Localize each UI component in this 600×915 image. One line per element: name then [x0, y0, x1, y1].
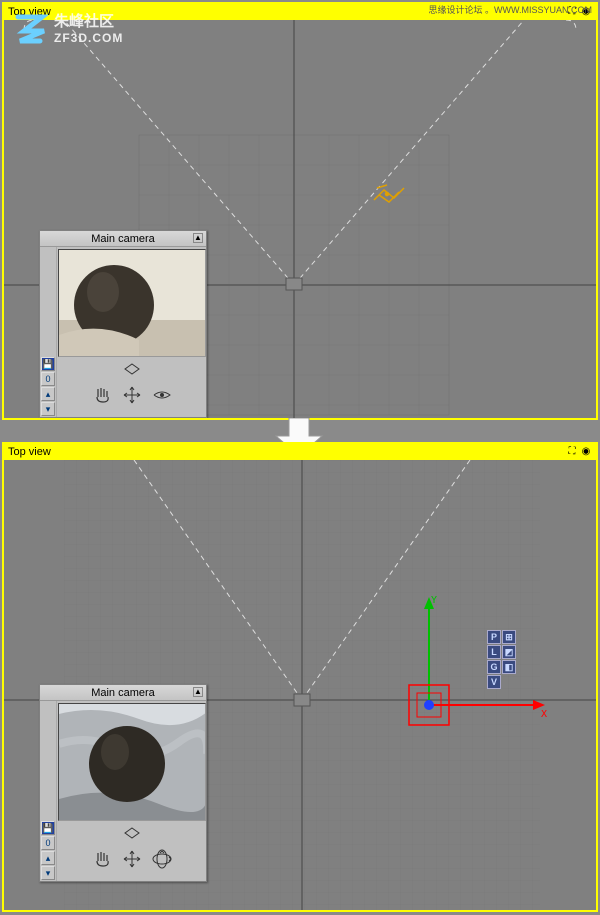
y-axis-label: Y: [431, 595, 437, 606]
x-axis-label: X: [541, 709, 547, 720]
move-gizmo[interactable]: Y X: [369, 595, 549, 745]
render-preview: [58, 703, 206, 821]
nav-button-row: [57, 359, 206, 381]
toggle-extra-2[interactable]: ◧: [502, 660, 516, 674]
save-icon[interactable]: 💾: [41, 357, 55, 371]
toggle-l[interactable]: L: [487, 645, 501, 659]
render-preview: [58, 249, 206, 357]
up-arrow-icon[interactable]: ▴: [41, 851, 55, 865]
view-toggle-group: P ⊞ L ◩ G ◧ V: [487, 630, 516, 689]
pan-hand-icon[interactable]: [90, 847, 114, 871]
viewport-title: Top view: [8, 446, 51, 458]
move-arrows-icon[interactable]: [120, 847, 144, 871]
camera-preview-panel: Main camera ▲ 💾 0 ▴ ▾: [39, 684, 207, 882]
zero-button[interactable]: 0: [41, 372, 55, 386]
collapse-icon[interactable]: ▲: [193, 233, 203, 243]
nav-button-row-2: [57, 381, 206, 411]
viewport-bottom: Top view ⛶ ◉: [2, 442, 598, 912]
toggle-screen-icon[interactable]: ⊞: [502, 630, 516, 644]
watermark-logo: 朱峰社区 ZF3D.COM: [14, 10, 123, 45]
nav-button-row-2: [57, 845, 206, 875]
panel-side-toolbar: 💾 0 ▴ ▾: [40, 247, 57, 417]
watermark-line2: ZF3D.COM: [54, 31, 123, 45]
pan-hand-icon[interactable]: [90, 383, 114, 407]
viewport-top: Top view ⛶ ◉: [2, 2, 598, 420]
viewport-canvas-bottom[interactable]: Y X P ⊞ L ◩ G ◧ V Main camera: [4, 460, 596, 910]
watermark-line1: 朱峰社区: [54, 10, 123, 31]
panel-title: Main camera: [91, 233, 155, 245]
viewport-title-bar: Top view ⛶ ◉: [4, 444, 596, 460]
collapse-icon[interactable]: ▲: [193, 687, 203, 697]
camera-preview-panel: Main camera ▲ 💾 0 ▴ ▾: [39, 230, 207, 418]
toggle-p[interactable]: P: [487, 630, 501, 644]
move-arrows-icon[interactable]: [120, 383, 144, 407]
camera-icon[interactable]: ◉: [580, 445, 592, 457]
diamond-tool-icon[interactable]: [57, 361, 206, 377]
save-icon[interactable]: 💾: [41, 821, 55, 835]
nav-button-row: [57, 823, 206, 845]
toggle-extra-1[interactable]: ◩: [502, 645, 516, 659]
toggle-v[interactable]: V: [487, 675, 501, 689]
watermark-right: 思缘设计论坛 。WWW.MISSYUAN.COM: [429, 3, 593, 16]
panel-title-bar[interactable]: Main camera ▲: [40, 685, 206, 701]
diamond-tool-icon[interactable]: [57, 825, 206, 841]
toggle-g[interactable]: G: [487, 660, 501, 674]
orbit-icon[interactable]: [150, 847, 174, 871]
eye-icon[interactable]: [150, 383, 174, 407]
light-gizmo[interactable]: [369, 180, 409, 210]
down-arrow-icon[interactable]: ▾: [41, 866, 55, 880]
up-arrow-icon[interactable]: ▴: [41, 387, 55, 401]
zero-button[interactable]: 0: [41, 836, 55, 850]
down-arrow-icon[interactable]: ▾: [41, 402, 55, 416]
viewport-canvas-top[interactable]: Main camera ▲ 💾 0 ▴ ▾: [4, 20, 596, 418]
maximize-icon[interactable]: ⛶: [566, 445, 578, 457]
panel-title-bar[interactable]: Main camera ▲: [40, 231, 206, 247]
titlebar-icons: ⛶ ◉: [566, 445, 592, 457]
panel-side-toolbar: 💾 0 ▴ ▾: [40, 701, 57, 881]
panel-title: Main camera: [91, 687, 155, 699]
